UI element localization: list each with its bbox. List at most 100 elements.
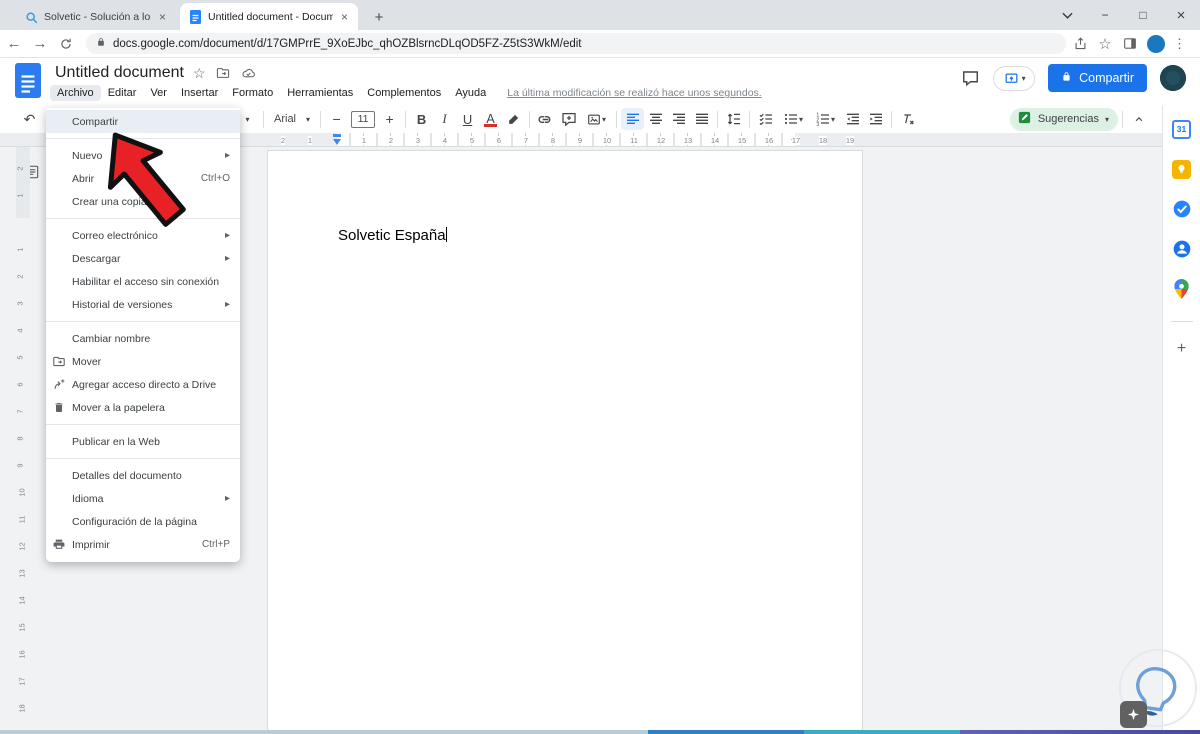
maximize-button[interactable]: □ <box>1124 0 1162 30</box>
font-size-increase-button[interactable]: + <box>378 108 401 130</box>
underline-button[interactable]: U <box>456 108 479 130</box>
text-cursor <box>445 227 447 242</box>
align-center-button[interactable] <box>644 108 667 130</box>
browser-profile-avatar[interactable] <box>1147 34 1165 53</box>
google-keep-icon[interactable] <box>1172 159 1192 179</box>
document-text[interactable]: Solvetic España <box>338 227 447 244</box>
google-calendar-icon[interactable]: 31 <box>1172 119 1192 139</box>
file-menu-item-idioma[interactable]: Idioma ▸ <box>46 487 240 510</box>
menu-item-label: Mover a la papelera <box>72 401 165 414</box>
google-docs-logo-icon[interactable] <box>15 63 41 103</box>
insert-image-icon[interactable]: ▾ <box>580 108 612 130</box>
undo-icon[interactable]: ↶ <box>18 108 41 130</box>
comment-history-icon[interactable] <box>961 69 980 87</box>
side-panel-icon[interactable] <box>1119 33 1141 55</box>
text-color-button[interactable]: A <box>479 108 502 130</box>
star-document-icon[interactable]: ☆ <box>193 65 206 82</box>
italic-button[interactable]: I <box>433 108 456 130</box>
bold-button[interactable]: B <box>410 108 433 130</box>
ruler-number: 16 <box>17 650 27 659</box>
file-menu-item-mover[interactable]: Mover <box>46 350 240 373</box>
menu-item-label: Mover <box>72 355 102 368</box>
menu-formato[interactable]: Formato <box>225 85 280 101</box>
google-maps-icon[interactable] <box>1172 279 1192 299</box>
font-size-input[interactable]: 11 <box>351 110 376 128</box>
file-menu-item-habilitar-el-acceso-sin-conexion[interactable]: Habilitar el acceso sin conexión <box>46 270 240 293</box>
font-family-select[interactable]: Arial ▾ <box>268 108 316 130</box>
file-menu-item-historial-de-versiones[interactable]: Historial de versiones ▸ <box>46 293 240 316</box>
file-menu-item-detalles-del-documento[interactable]: Detalles del documento <box>46 464 240 487</box>
file-menu-item-cambiar-nombre[interactable]: Cambiar nombre <box>46 327 240 350</box>
highlight-color-button[interactable] <box>502 108 525 130</box>
document-title[interactable]: Untitled document <box>55 64 184 82</box>
file-menu-item-publicar-en-la-web[interactable]: Publicar en la Web <box>46 430 240 453</box>
reload-icon[interactable] <box>54 32 78 56</box>
insert-link-icon[interactable] <box>534 108 557 130</box>
share-button[interactable]: Compartir <box>1048 64 1147 92</box>
google-contacts-icon[interactable] <box>1172 239 1192 259</box>
move-document-icon[interactable] <box>215 66 231 80</box>
collapse-toolbar-icon[interactable] <box>1127 108 1150 130</box>
url-bar[interactable]: docs.google.com/document/d/17GMPrrE_9XoE… <box>86 33 1066 54</box>
ruler-number: 14 <box>17 596 27 605</box>
line-spacing-icon[interactable] <box>722 108 745 130</box>
share-page-icon[interactable] <box>1069 33 1091 55</box>
tab-close-icon[interactable]: × <box>157 10 168 24</box>
bookmark-star-icon[interactable]: ☆ <box>1094 33 1116 55</box>
printer-icon <box>46 538 72 551</box>
ruler-number: 5 <box>15 355 25 360</box>
menu-ayuda[interactable]: Ayuda <box>448 85 493 101</box>
forward-icon[interactable]: → <box>28 32 52 56</box>
present-to-meeting-button[interactable]: ▾ <box>993 65 1036 91</box>
google-tasks-icon[interactable] <box>1172 199 1192 219</box>
menu-herramientas[interactable]: Herramientas <box>280 85 360 101</box>
suggestions-mode-button[interactable]: Sugerencias ▾ <box>1009 107 1118 131</box>
decrease-indent-icon[interactable] <box>841 108 864 130</box>
align-right-button[interactable] <box>667 108 690 130</box>
bulleted-list-icon[interactable]: ▾ <box>777 108 809 130</box>
vertical-ruler[interactable]: 2 1 1 2 3 4 5 6 7 8 9 10 11 12 13 14 15 16 17 18 <box>16 147 30 730</box>
increase-indent-icon[interactable] <box>864 108 887 130</box>
menu-ver[interactable]: Ver <box>143 85 174 101</box>
solvetic-favicon-icon <box>24 10 38 24</box>
ruler-number: 17 <box>791 136 801 145</box>
file-menu-item-imprimir[interactable]: Imprimir Ctrl+P <box>46 533 240 556</box>
file-menu-item-mover-a-la-papelera[interactable]: Mover a la papelera <box>46 396 240 419</box>
file-menu-item-configuracion-de-la-pagina[interactable]: Configuración de la página <box>46 510 240 533</box>
document-page[interactable]: Solvetic España <box>267 150 863 734</box>
minimize-button[interactable]: − <box>1086 0 1124 30</box>
browser-tab-solvetic[interactable]: Solvetic - Solución a los problem × <box>16 4 176 30</box>
new-tab-button[interactable]: + <box>368 9 390 26</box>
checklist-icon[interactable] <box>754 108 777 130</box>
menu-item-label: Configuración de la página <box>72 515 197 528</box>
sidebar-divider <box>1170 321 1193 322</box>
file-menu-item-agregar-acceso-directo-a-drive[interactable]: Agregar acceso directo a Drive <box>46 373 240 396</box>
ruler-number: 2 <box>388 136 394 145</box>
get-addons-button[interactable]: + <box>1177 340 1186 358</box>
menu-editar[interactable]: Editar <box>101 85 144 101</box>
document-status-cloud-icon[interactable] <box>240 66 257 80</box>
ruler-number: 8 <box>15 436 25 441</box>
browser-tab-docs[interactable]: Untitled document - Documento × <box>180 3 358 30</box>
align-left-button[interactable] <box>621 108 645 130</box>
explore-button[interactable] <box>1120 701 1147 728</box>
browser-menu-icon[interactable]: ⋮ <box>1165 36 1196 52</box>
tab-search-icon[interactable] <box>1048 0 1086 30</box>
file-menu-item-descargar[interactable]: Descargar ▸ <box>46 247 240 270</box>
suggestions-icon <box>1017 110 1032 128</box>
menu-archivo[interactable]: Archivo <box>50 85 101 101</box>
left-indent-marker[interactable] <box>333 139 341 145</box>
last-modified-link[interactable]: La última modificación se realizó hace u… <box>507 87 761 99</box>
add-comment-icon[interactable] <box>557 108 580 130</box>
first-line-indent-marker[interactable] <box>333 134 341 137</box>
menu-complementos[interactable]: Complementos <box>360 85 448 101</box>
menu-insertar[interactable]: Insertar <box>174 85 225 101</box>
account-avatar[interactable] <box>1160 65 1186 91</box>
close-button[interactable]: × <box>1162 0 1200 30</box>
justify-button[interactable] <box>690 108 713 130</box>
font-size-decrease-button[interactable]: − <box>325 108 348 130</box>
back-icon[interactable]: ← <box>2 32 26 56</box>
numbered-list-icon[interactable]: 123 ▾ <box>809 108 841 130</box>
tab-close-icon[interactable]: × <box>339 10 350 24</box>
clear-formatting-icon[interactable] <box>896 108 919 130</box>
